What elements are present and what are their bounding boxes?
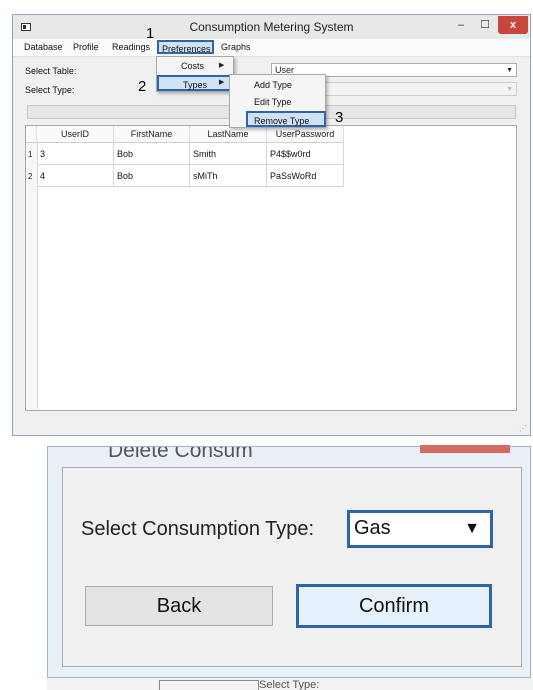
chevron-right-icon: ▶ bbox=[219, 79, 225, 86]
menu-costs-label: Costs bbox=[181, 61, 205, 71]
row-number: 2 bbox=[28, 172, 33, 181]
select-table-label: Select Table: bbox=[25, 66, 77, 76]
back-button[interactable]: Back bbox=[85, 586, 273, 626]
table-cell[interactable]: sMiTh bbox=[190, 165, 267, 187]
chevron-right-icon: ▶ bbox=[219, 62, 225, 69]
chevron-down-icon: ▼ bbox=[506, 67, 513, 74]
dialog-close-button[interactable] bbox=[420, 445, 510, 453]
resize-grip-icon[interactable]: ⋰ bbox=[519, 424, 527, 433]
table-cell[interactable]: Smith bbox=[190, 143, 267, 165]
chevron-down-icon: ▼ bbox=[464, 520, 480, 537]
dialog-title: Delete Consum bbox=[108, 439, 253, 462]
menu-profile[interactable]: Profile bbox=[70, 40, 102, 54]
table-cell[interactable]: 3 bbox=[37, 143, 114, 165]
table-cell[interactable]: Bob bbox=[114, 165, 190, 187]
callout-2: 2 bbox=[138, 78, 147, 95]
menu-database[interactable]: Database bbox=[21, 40, 66, 54]
menu-costs[interactable]: Costs ▶ bbox=[157, 58, 233, 74]
column-header-firstname[interactable]: FirstName bbox=[114, 126, 190, 143]
menu-types-label: Types bbox=[183, 80, 208, 90]
close-button[interactable]: x bbox=[498, 16, 528, 34]
background-window-fragment: Select Type: bbox=[47, 678, 533, 690]
menu-edit-type[interactable]: Edit Type bbox=[230, 94, 325, 110]
table-cell[interactable]: PaSsWoRd bbox=[267, 165, 344, 187]
menu-add-type[interactable]: Add Type bbox=[230, 77, 325, 93]
minimize-button[interactable]: – bbox=[450, 16, 472, 34]
types-submenu: Add Type Edit Type Remove Type bbox=[229, 74, 326, 128]
chevron-down-icon: ▼ bbox=[506, 86, 513, 93]
row-number: 1 bbox=[28, 150, 33, 159]
menu-bar: Database Profile Readings Preferences Gr… bbox=[13, 39, 530, 57]
menu-types[interactable]: Types ▶ bbox=[157, 75, 233, 91]
consumption-type-label: Select Consumption Type: bbox=[81, 518, 315, 540]
menu-remove-type[interactable]: Remove Type bbox=[246, 111, 326, 127]
callout-3: 3 bbox=[335, 109, 344, 126]
title-bar: Consumption Metering System – ☐ x bbox=[13, 15, 530, 39]
data-grid[interactable]: UserID FirstName LastName UserPassword 1… bbox=[25, 125, 517, 411]
table-cell[interactable]: Bob bbox=[114, 143, 190, 165]
preferences-menu: Costs ▶ Types ▶ bbox=[156, 56, 234, 92]
menu-preferences[interactable]: Preferences bbox=[157, 40, 214, 54]
column-header-userid[interactable]: UserID bbox=[37, 126, 114, 143]
consumption-type-value: Gas bbox=[354, 517, 391, 539]
consumption-type-combo[interactable]: Gas ▼ bbox=[347, 510, 493, 548]
maximize-button[interactable]: ☐ bbox=[474, 16, 496, 34]
delete-consumption-dialog: Delete Consum Select Consumption Type: G… bbox=[47, 445, 531, 678]
dialog-body: Select Consumption Type: Gas ▼ Back Conf… bbox=[62, 467, 522, 667]
callout-1: 1 bbox=[146, 25, 155, 42]
bottom-select-type-label: Select Type: bbox=[259, 680, 320, 690]
menu-graphs[interactable]: Graphs bbox=[218, 40, 254, 54]
table-cell[interactable]: P4$$w0rd bbox=[267, 143, 344, 165]
menu-readings[interactable]: Readings bbox=[109, 40, 153, 54]
grid-corner bbox=[26, 126, 37, 143]
table-cell[interactable]: 4 bbox=[37, 165, 114, 187]
select-type-label: Select Type: bbox=[25, 85, 75, 95]
confirm-button[interactable]: Confirm bbox=[296, 584, 492, 628]
